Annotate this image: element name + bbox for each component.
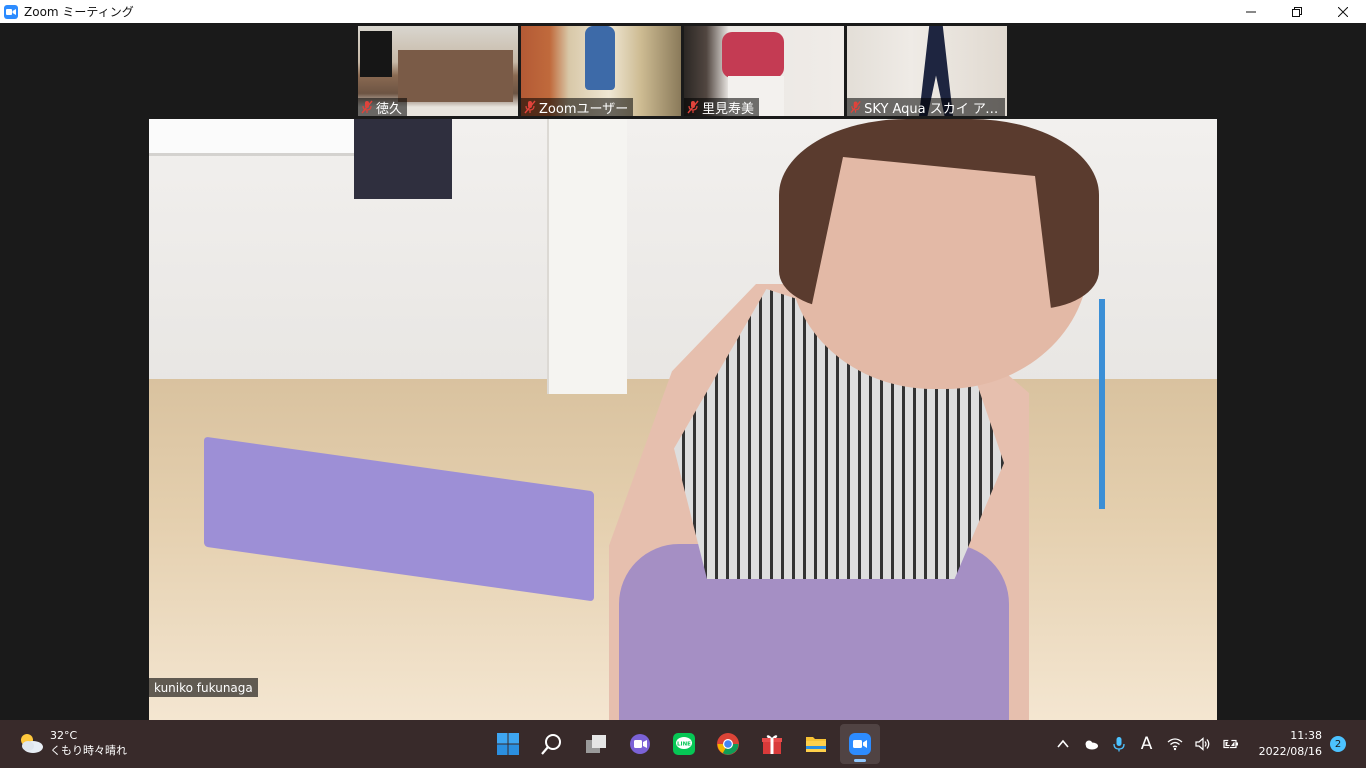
active-speaker-name-tag: kuniko fukunaga — [149, 678, 258, 697]
participant-name: 里見寿美 — [702, 101, 755, 117]
participant-thumbnail[interactable]: SKY Aqua スカイ アク... — [847, 26, 1007, 116]
taskbar-apps: LINE — [488, 724, 884, 764]
video-scene — [722, 32, 784, 78]
notification-count: 2 — [1334, 738, 1342, 750]
task-view-icon — [586, 735, 606, 753]
chrome-icon — [717, 733, 739, 755]
chat-button[interactable] — [620, 724, 660, 764]
participant-name: SKY Aqua スカイ アク... — [864, 101, 1000, 117]
microphone-icon — [1112, 737, 1125, 752]
participant-name-tag: 徳久 — [358, 98, 408, 117]
zoom-app-icon — [4, 4, 18, 19]
network-button[interactable] — [1164, 733, 1186, 755]
taskbar: 32°C くもり時々晴れ LINE A 11:38 2022/08/16 2 — [0, 720, 1366, 768]
search-icon — [541, 734, 561, 755]
system-tray: A 11:38 2022/08/16 2 — [1049, 720, 1366, 768]
battery-charging-icon — [1222, 738, 1238, 750]
folder-icon — [806, 737, 826, 752]
muted-mic-icon — [361, 100, 373, 114]
zoom-icon — [849, 733, 871, 755]
zoom-app-button[interactable] — [840, 724, 880, 764]
weather-widget[interactable]: 32°C くもり時々晴れ — [18, 728, 127, 758]
clock-time: 11:38 — [1290, 729, 1322, 742]
minimize-icon — [1246, 11, 1256, 12]
start-button[interactable] — [488, 724, 528, 764]
meeting-area: 徳久 Zoomユーザー 里見寿美 SKY Aqua スカイ アク... — [0, 23, 1366, 720]
close-button[interactable] — [1320, 0, 1366, 23]
file-explorer-button[interactable] — [796, 724, 836, 764]
chevron-up-icon — [1056, 739, 1069, 748]
participant-name-tag: SKY Aqua スカイ アク... — [847, 98, 1005, 116]
close-icon — [1338, 6, 1348, 17]
active-speaker-name: kuniko fukunaga — [154, 680, 253, 695]
muted-mic-icon — [850, 101, 861, 113]
microphone-button[interactable] — [1108, 733, 1130, 755]
muted-mic-icon — [524, 100, 536, 114]
battery-button[interactable] — [1220, 733, 1242, 755]
participant-name: 徳久 — [376, 101, 403, 117]
chat-icon — [630, 734, 650, 754]
search-button[interactable] — [532, 724, 572, 764]
minimize-button[interactable] — [1228, 0, 1274, 23]
muted-mic-icon — [687, 100, 699, 114]
participant-thumbnail[interactable]: 里見寿美 — [684, 26, 844, 116]
line-app-button[interactable]: LINE — [664, 724, 704, 764]
restore-button[interactable] — [1274, 0, 1320, 23]
video-scene — [398, 50, 513, 102]
video-scene — [585, 26, 615, 90]
volume-button[interactable] — [1192, 733, 1214, 755]
active-speaker-video[interactable] — [149, 119, 1217, 720]
gift-app-button[interactable] — [752, 724, 792, 764]
gift-icon — [762, 735, 782, 754]
video-scene — [149, 119, 354, 156]
ime-mode-label: A — [1140, 734, 1153, 754]
participant-name-tag: 里見寿美 — [684, 98, 760, 117]
show-hidden-icons-button[interactable] — [1052, 733, 1074, 755]
weather-condition: くもり時々晴れ — [50, 744, 127, 757]
participant-name-tag: Zoomユーザー — [521, 98, 634, 117]
wifi-icon — [1167, 738, 1183, 751]
weather-temperature: 32°C — [50, 729, 78, 742]
notification-badge[interactable]: 2 — [1330, 736, 1346, 752]
onedrive-button[interactable] — [1080, 733, 1102, 755]
cloud-icon — [1085, 740, 1098, 750]
partly-cloudy-icon — [21, 734, 43, 753]
window-controls — [1228, 0, 1366, 23]
video-scene — [1099, 299, 1105, 509]
video-scene — [354, 119, 452, 199]
window-title: Zoom ミーティング — [24, 5, 134, 19]
line-app-icon: LINE — [673, 733, 695, 755]
restore-icon — [1292, 6, 1302, 17]
title-bar: Zoom ミーティング — [0, 0, 1366, 23]
video-scene — [360, 31, 392, 77]
participant-thumbnail[interactable]: 徳久 — [358, 26, 518, 116]
ime-indicator[interactable]: A — [1136, 733, 1158, 755]
clock-date: 2022/08/16 — [1258, 745, 1322, 758]
task-view-button[interactable] — [576, 724, 616, 764]
svg-text:LINE: LINE — [677, 742, 691, 748]
clock[interactable]: 11:38 2022/08/16 — [1259, 728, 1322, 760]
participant-name: Zoomユーザー — [539, 101, 629, 117]
participant-thumbnail[interactable]: Zoomユーザー — [521, 26, 681, 116]
chrome-button[interactable] — [708, 724, 748, 764]
speaker-icon — [1194, 737, 1209, 751]
windows-logo-icon — [497, 733, 519, 755]
video-scene — [547, 119, 627, 394]
